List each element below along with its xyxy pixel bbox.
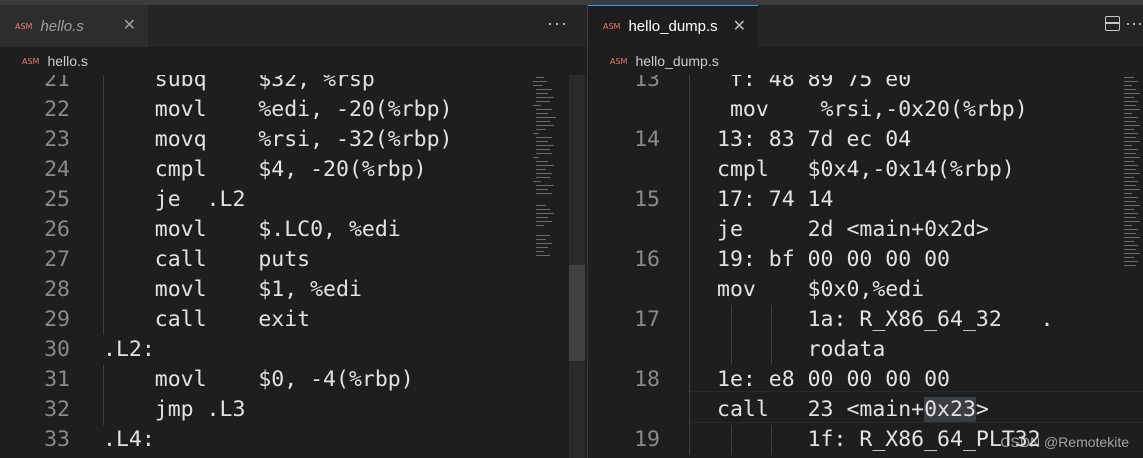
line-number: 26 — [44, 217, 70, 242]
breadcrumb-file[interactable]: hello_dump.s — [635, 53, 718, 69]
indent-guide — [689, 395, 690, 425]
more-actions-icon[interactable]: ··· — [547, 13, 568, 34]
breadcrumb: ASM hello_dump.s — [588, 47, 1143, 75]
editor-group-right: ASM hello_dump.s ✕ ··· ASM hello_dump.s … — [588, 5, 1143, 458]
word-highlight: 0x23 — [924, 397, 976, 422]
split-editor-icon[interactable] — [1105, 16, 1120, 31]
line-number: 14 — [634, 127, 660, 152]
line-number: 18 — [634, 367, 660, 392]
code-text: 17: 74 14 — [717, 187, 834, 212]
code-text: .L2: — [103, 337, 155, 362]
indent-guide — [689, 95, 690, 125]
code-text: 19: bf 00 00 00 00 — [717, 247, 950, 272]
tab-hello-s[interactable]: ASM hello.s ✕ — [0, 5, 148, 47]
line-number: 31 — [44, 367, 70, 392]
line-number: 21 — [44, 75, 70, 92]
indent-guide — [689, 215, 690, 245]
close-icon[interactable]: ✕ — [123, 15, 136, 35]
indent-guide — [689, 425, 690, 455]
line-number: 33 — [44, 427, 70, 452]
line-number: 30 — [44, 337, 70, 362]
tab-hello-dump-s[interactable]: ASM hello_dump.s ✕ — [588, 5, 758, 47]
code-text: 13: 83 7d ec 04 — [717, 127, 912, 152]
line-number: 24 — [44, 157, 70, 182]
line-number: 29 — [44, 307, 70, 332]
code-editor-right[interactable]: 13 f: 48 89 75 e0 mov %rsi,-0x20(%rbp) 14… — [588, 75, 1143, 458]
indent-guide — [689, 125, 690, 155]
code-editor-left[interactable]: 21 subq $32, %rsp 22 movl %edi, -20(%rbp)… — [0, 75, 587, 458]
indent-guide — [689, 365, 690, 395]
code-text: cmpl $4, -20(%rbp) — [103, 157, 427, 182]
code-text: 1f: R_X86_64_PLT32 — [717, 427, 1041, 452]
breadcrumb: ASM hello.s — [0, 47, 587, 75]
line-number: 23 — [44, 127, 70, 152]
line-number: 27 — [44, 247, 70, 272]
line-number: 32 — [44, 397, 70, 422]
line-number: 19 — [634, 427, 660, 452]
indent-guide — [689, 275, 690, 305]
line-number: 13 — [634, 75, 660, 92]
indent-guide — [689, 155, 690, 185]
code-text: .L4: — [103, 427, 155, 452]
line-number: 22 — [44, 97, 70, 122]
code-text: call 23 <main+0x23> — [717, 397, 989, 422]
line-number: 17 — [634, 307, 660, 332]
minimap-right[interactable] — [1122, 75, 1143, 275]
indent-guide — [689, 305, 690, 335]
code-text: 1a: R_X86_64_32 . — [717, 307, 1054, 332]
code-text: call exit — [103, 307, 311, 332]
code-text: mov $0x0,%edi — [717, 277, 925, 302]
more-actions-icon[interactable]: ··· — [1125, 13, 1143, 34]
code-text: f: 48 89 75 e0 — [717, 75, 912, 92]
watermark: CSDN @Remotekite — [1000, 434, 1129, 450]
tab-label: hello.s — [40, 17, 84, 35]
scrollbar-thumb-left[interactable] — [569, 265, 585, 361]
code-text: mov %rsi,-0x20(%rbp) — [717, 97, 1028, 122]
code-text: rodata — [717, 337, 886, 362]
line-number: 16 — [634, 247, 660, 272]
indent-guide — [689, 335, 690, 365]
tab-bar-right: ASM hello_dump.s ✕ ··· — [588, 5, 1143, 47]
asm-file-icon: ASM — [603, 22, 621, 31]
code-text: je 2d <main+0x2d> — [717, 217, 989, 242]
tab-label: hello_dump.s — [628, 18, 718, 35]
code-text: movl %edi, -20(%rbp) — [103, 97, 453, 122]
line-number: 15 — [634, 187, 660, 212]
breadcrumb-file[interactable]: hello.s — [47, 53, 87, 69]
tab-bar-left: ASM hello.s ✕ ··· — [0, 5, 587, 47]
code-text: movl $1, %edi — [103, 277, 362, 302]
minimap-left[interactable] — [530, 75, 564, 275]
code-text: movl $.LC0, %edi — [103, 217, 401, 242]
line-number: 28 — [44, 277, 70, 302]
indent-guide — [689, 75, 690, 95]
asm-file-icon: ASM — [15, 21, 33, 31]
code-text: je .L2 — [103, 187, 246, 212]
code-text: subq $32, %rsp — [103, 75, 375, 92]
editor-group-left: ASM hello.s ✕ ··· ASM hello.s 21 subq $3… — [0, 5, 587, 458]
code-text: movl $0, -4(%rbp) — [103, 367, 414, 392]
asm-file-icon: ASM — [610, 56, 628, 66]
code-text: 1e: e8 00 00 00 00 — [717, 367, 950, 392]
code-text: movq %rsi, -32(%rbp) — [103, 127, 453, 152]
indent-guide — [689, 185, 690, 215]
code-text: cmpl $0x4,-0x14(%rbp) — [717, 157, 1015, 182]
asm-file-icon: ASM — [22, 56, 40, 66]
close-icon[interactable]: ✕ — [733, 16, 746, 36]
line-number: 25 — [44, 187, 70, 212]
indent-guide — [689, 245, 690, 275]
code-text: jmp .L3 — [103, 397, 246, 422]
code-text: call puts — [103, 247, 311, 272]
